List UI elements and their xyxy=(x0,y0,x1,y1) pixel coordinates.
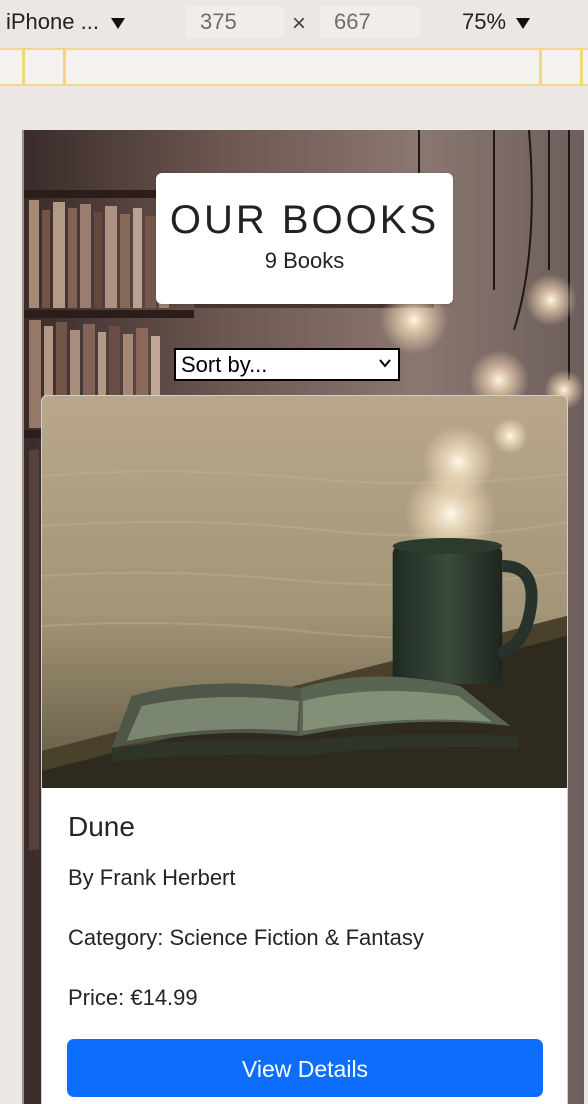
zoom-value: 75% xyxy=(462,9,507,34)
device-name: iPhone ... xyxy=(6,9,99,34)
media-query-bar[interactable] xyxy=(0,50,588,86)
sort-selected-value: Sort by... xyxy=(181,352,268,377)
book-cover-image xyxy=(42,396,567,788)
dropdown-caret-icon xyxy=(516,17,531,29)
device-viewport: OUR BOOKS 9 Books Sort by... Dune By Fra… xyxy=(22,130,584,1104)
book-price: Price: €14.99 xyxy=(68,985,198,1010)
width-input[interactable]: 375 xyxy=(186,6,284,38)
view-details-button[interactable]: View Details xyxy=(67,1039,543,1097)
header-card: OUR BOOKS 9 Books xyxy=(156,173,453,304)
media-query-marker[interactable] xyxy=(580,50,583,84)
book-category: Category: Science Fiction & Fantasy xyxy=(68,925,424,950)
media-query-marker[interactable] xyxy=(539,50,542,84)
dropdown-caret-icon xyxy=(110,17,125,29)
media-query-marker[interactable] xyxy=(22,50,25,84)
book-title: Dune xyxy=(68,811,135,842)
book-author: By Frank Herbert xyxy=(68,865,236,890)
media-query-marker[interactable] xyxy=(63,50,66,84)
zoom-selector[interactable]: 75% xyxy=(462,9,531,35)
height-input[interactable]: 667 xyxy=(320,6,420,38)
book-card: Dune By Frank Herbert Category: Science … xyxy=(41,395,568,1104)
book-count: 9 Books xyxy=(264,248,345,273)
page-title: OUR BOOKS xyxy=(169,198,440,242)
device-toolbar: iPhone ... 375 × 667 75% xyxy=(0,0,588,50)
times-icon: × xyxy=(292,10,307,37)
device-selector[interactable]: iPhone ... xyxy=(6,9,125,35)
chevron-down-icon xyxy=(379,359,391,368)
sort-dropdown[interactable]: Sort by... xyxy=(174,348,400,381)
